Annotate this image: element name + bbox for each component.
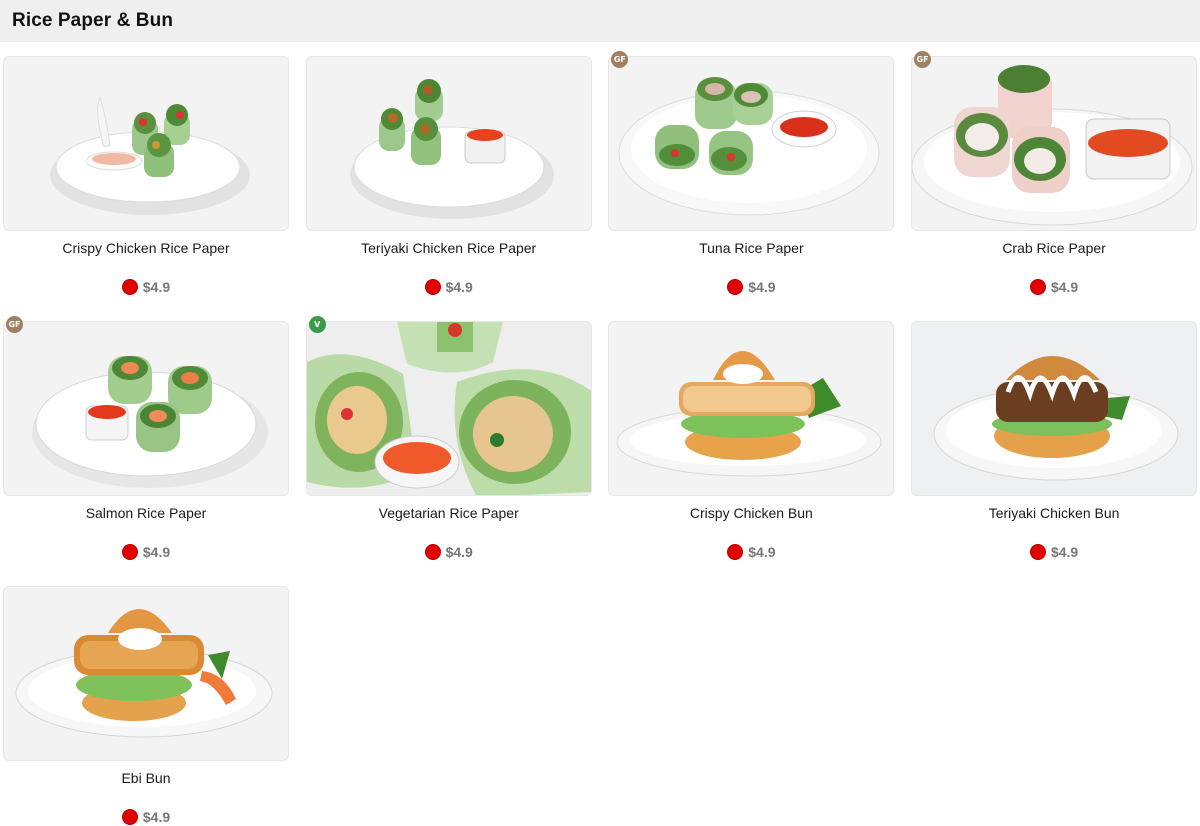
menu-item-card[interactable]: Crispy Chicken Bun $4.9	[608, 321, 895, 586]
item-photo[interactable]	[608, 321, 895, 496]
item-name: Tuna Rice Paper	[699, 240, 804, 256]
price-row: $4.9	[911, 279, 1197, 295]
item-name: Crispy Chicken Bun	[689, 505, 813, 521]
item-price: $4.9	[142, 544, 171, 560]
vegetarian-badge: V	[308, 316, 326, 333]
add-to-cart-icon[interactable]	[1029, 544, 1046, 560]
add-to-cart-icon[interactable]	[121, 279, 138, 295]
item-photo[interactable]	[608, 56, 895, 231]
item-price: $4.9	[142, 279, 171, 295]
price-row: $4.9	[608, 279, 894, 295]
item-photo[interactable]	[3, 56, 289, 231]
menu-item-card[interactable]: Teriyaki Chicken Rice Paper $4.9	[305, 56, 592, 321]
menu-item-card[interactable]: Ebi Bun $4.9	[3, 586, 289, 826]
add-to-cart-icon[interactable]	[424, 544, 441, 560]
item-photo[interactable]	[911, 321, 1198, 496]
add-to-cart-icon[interactable]	[121, 809, 138, 825]
item-name: Ebi Bun	[121, 770, 171, 786]
item-price: $4.9	[1050, 544, 1079, 560]
add-to-cart-icon[interactable]	[727, 544, 744, 560]
item-photo[interactable]	[3, 586, 289, 761]
item-name: Salmon Rice Paper	[85, 505, 207, 521]
price-row: $4.9	[3, 279, 289, 295]
gluten-free-badge: GF	[6, 316, 23, 333]
item-price: $4.9	[748, 279, 776, 295]
item-price: $4.9	[445, 279, 473, 295]
item-price: $4.9	[748, 544, 776, 560]
price-row: $4.9	[306, 544, 592, 560]
menu-item-card[interactable]: GF Crab Rice Paper $4.9	[911, 51, 1198, 321]
add-to-cart-icon[interactable]	[121, 544, 138, 560]
item-price: $4.9	[1050, 279, 1079, 295]
menu-item-card[interactable]: Crispy Chicken Rice Paper $4.9	[3, 56, 289, 321]
item-name: Teriyaki Chicken Bun	[988, 505, 1120, 521]
menu-item-card[interactable]: GF Tuna Rice Paper $4.9	[608, 51, 895, 321]
item-photo[interactable]	[305, 56, 592, 231]
menu-item-card[interactable]: GF Salmon Rice Paper $4.9	[3, 316, 289, 586]
price-row: $4.9	[911, 544, 1197, 560]
item-photo[interactable]	[911, 56, 1198, 231]
item-photo[interactable]	[3, 321, 289, 496]
item-price: $4.9	[445, 544, 473, 560]
menu-item-card[interactable]: Teriyaki Chicken Bun $4.9	[911, 321, 1198, 586]
item-price: $4.9	[142, 809, 171, 825]
item-name: Teriyaki Chicken Rice Paper	[361, 240, 537, 256]
section-header: Rice Paper & Bun	[0, 0, 1200, 42]
item-name: Crab Rice Paper	[1002, 240, 1106, 256]
add-to-cart-icon[interactable]	[424, 279, 441, 295]
price-row: $4.9	[3, 544, 289, 560]
price-row: $4.9	[306, 279, 592, 295]
price-row: $4.9	[3, 809, 289, 825]
item-name: Vegetarian Rice Paper	[378, 505, 519, 521]
price-row: $4.9	[608, 544, 894, 560]
menu-grid: Crispy Chicken Rice Paper $4.9 Teriyaki …	[3, 51, 1198, 826]
item-photo[interactable]	[305, 321, 592, 496]
add-to-cart-icon[interactable]	[727, 279, 744, 295]
gluten-free-badge: GF	[914, 51, 932, 68]
menu-item-card[interactable]: V Vegetarian Rice Paper $4.9	[305, 316, 592, 586]
section-title: Rice Paper & Bun	[12, 10, 174, 31]
add-to-cart-icon[interactable]	[1029, 279, 1046, 295]
item-name: Crispy Chicken Rice Paper	[62, 240, 230, 256]
